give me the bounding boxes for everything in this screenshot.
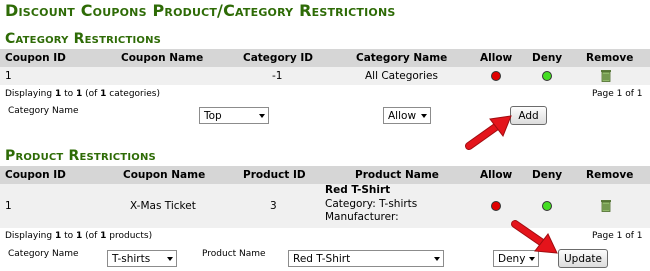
green-dot-icon[interactable] <box>542 201 552 211</box>
displaying-suffix: categories) <box>106 89 160 99</box>
displaying-to-word: to <box>61 231 76 241</box>
displaying-prefix: Displaying <box>5 231 55 241</box>
cell-category-id: -1 <box>272 70 283 82</box>
cell-coupon-name: X-Mas Ticket <box>130 200 196 212</box>
table-row: 1 -1 All Categories <box>0 67 650 85</box>
category-action-select[interactable]: Allow <box>383 107 431 124</box>
trash-can-icon[interactable] <box>600 199 612 212</box>
displaying-prefix: Displaying <box>5 89 55 99</box>
col-category-id: Category ID <box>243 52 313 64</box>
product-name-label: Product Name <box>202 249 266 259</box>
product-category-value: T-shirts <box>112 253 151 265</box>
category-name-label: Category Name <box>8 106 79 116</box>
category-action-value: Allow <box>388 110 417 122</box>
displaying-of: (of <box>82 89 101 99</box>
cell-coupon-id: 1 <box>5 70 12 82</box>
col-remove: Remove <box>586 169 634 181</box>
chevron-down-icon <box>167 257 173 261</box>
col-product-id: Product ID <box>243 169 306 181</box>
displaying-suffix: products) <box>106 231 153 241</box>
cell-category-name: All Categories <box>365 70 438 82</box>
page-title: Discount Coupons Product/Category Restri… <box>5 1 396 20</box>
col-deny: Deny <box>532 169 563 181</box>
category-page-info: Page 1 of 1 <box>592 89 643 99</box>
col-coupon-name: Coupon Name <box>123 169 206 181</box>
col-category-name: Category Name <box>356 52 448 64</box>
category-select[interactable]: Top <box>199 107 269 124</box>
red-arrow-icon <box>511 220 558 254</box>
product-displaying-info: Displaying 1 to 1 (of 1 products) <box>5 231 152 241</box>
category-restrictions-heading: Category Restrictions <box>5 31 162 47</box>
chevron-down-icon <box>259 114 265 118</box>
red-dot-icon[interactable] <box>491 71 501 81</box>
red-arrow-icon <box>465 115 512 150</box>
col-coupon-id: Coupon ID <box>5 169 66 181</box>
col-deny: Deny <box>532 52 563 64</box>
red-dot-icon[interactable] <box>491 201 501 211</box>
col-allow: Allow <box>480 169 513 181</box>
cell-product-id: 3 <box>270 200 277 212</box>
product-page-info: Page 1 of 1 <box>592 231 643 241</box>
trash-can-icon[interactable] <box>600 69 612 82</box>
category-table-header: Coupon ID Coupon Name Category ID Catego… <box>0 49 650 67</box>
category-displaying-info: Displaying 1 to 1 (of 1 categories) <box>5 89 160 99</box>
displaying-of: (of <box>82 231 101 241</box>
product-select[interactable]: Red T-Shirt <box>288 250 444 267</box>
col-allow: Allow <box>480 52 513 64</box>
col-coupon-id: Coupon ID <box>5 52 66 64</box>
cell-product-manufacturer: Manufacturer: <box>325 211 399 223</box>
col-remove: Remove <box>586 52 634 64</box>
category-name-label: Category Name <box>8 249 79 259</box>
product-select-value: Red T-Shirt <box>293 253 351 265</box>
product-category-select[interactable]: T-shirts <box>107 250 177 267</box>
chevron-down-icon <box>421 114 427 118</box>
green-dot-icon[interactable] <box>542 71 552 81</box>
cell-coupon-id: 1 <box>5 200 12 212</box>
chevron-down-icon <box>434 257 440 261</box>
displaying-to-word: to <box>61 89 76 99</box>
col-coupon-name: Coupon Name <box>121 52 204 64</box>
update-button[interactable]: Update <box>558 249 608 268</box>
category-select-value: Top <box>204 110 222 122</box>
product-restrictions-heading: Product Restrictions <box>5 148 156 164</box>
